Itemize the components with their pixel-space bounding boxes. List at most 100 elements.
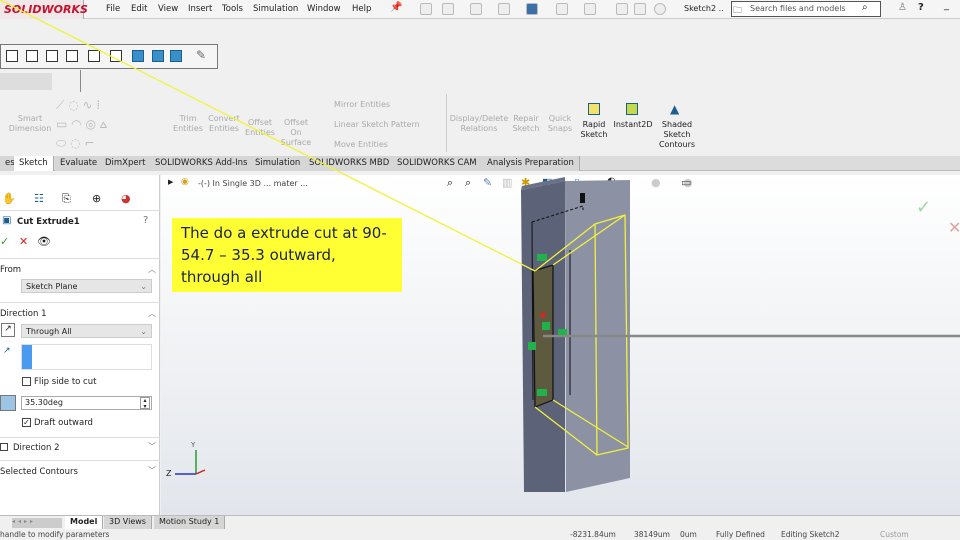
tab-analysis-preparation[interactable]: Analysis Preparation xyxy=(482,156,580,171)
collapse-icon[interactable]: ︿ xyxy=(148,308,156,319)
file-properties-icon[interactable] xyxy=(634,3,646,15)
feature-manager-tab-icon[interactable]: ✋ xyxy=(2,192,16,205)
smart-dimension-button[interactable]: Smart Dimension xyxy=(6,114,54,134)
cancel-x-icon[interactable]: ✕ xyxy=(948,218,960,237)
sketch-entities-icons[interactable]: ⟋ ◌ ∿ ⁞ ▭ ◠ ◎ ⩟ ⬭ ◌ ⌐ xyxy=(56,96,146,150)
display-manager-tab-icon[interactable]: ◕ xyxy=(121,192,131,205)
trimetric-view-icon[interactable] xyxy=(152,50,164,62)
tab-addins[interactable]: SOLIDWORKS Add-Ins xyxy=(150,156,254,171)
menu-view[interactable]: View xyxy=(158,4,178,14)
menu-window[interactable]: Window xyxy=(307,4,341,14)
minimize-icon[interactable]: _ xyxy=(944,0,949,11)
quick-snaps-button[interactable]: Quick Snaps xyxy=(544,114,576,134)
reverse-direction-icon[interactable]: ↗ xyxy=(1,323,15,337)
section-view-icon[interactable]: ▥ xyxy=(502,176,512,189)
right-view-icon[interactable] xyxy=(66,50,78,62)
from-section-label[interactable]: From xyxy=(0,265,21,275)
undo-icon[interactable] xyxy=(556,3,568,15)
tab-dimxpert[interactable]: DimXpert xyxy=(100,156,152,171)
menu-edit[interactable]: Edit xyxy=(131,4,147,14)
view-selector-icon[interactable]: ✎ xyxy=(196,48,206,62)
front-view-icon[interactable] xyxy=(6,50,18,62)
spin-stepper-icon[interactable]: ▴ ▾ xyxy=(140,397,150,410)
instant2d-button[interactable]: Instant2D xyxy=(611,120,655,130)
bottom-view-icon[interactable] xyxy=(110,50,122,62)
preview-eye-icon[interactable]: 👁 xyxy=(37,235,51,248)
save-icon[interactable] xyxy=(498,3,510,15)
mirror-entities-button[interactable]: Mirror Entities xyxy=(334,100,390,110)
tab-cam[interactable]: SOLIDWORKS CAM xyxy=(392,156,483,171)
linear-sketch-pattern-button[interactable]: Linear Sketch Pattern xyxy=(334,120,420,130)
end-condition-dropdown[interactable]: Through All ⌄ xyxy=(21,324,152,338)
previous-view-icon[interactable]: ✎ xyxy=(483,176,492,189)
display-delete-relations-button[interactable]: Display/Delete Relations xyxy=(448,114,510,134)
dimxpert-manager-tab-icon[interactable]: ⊕ xyxy=(92,192,101,205)
help-icon[interactable]: ? xyxy=(143,215,148,226)
tab-simulation[interactable]: Simulation xyxy=(250,156,307,171)
search-input[interactable]: Search files and models xyxy=(731,1,881,17)
home-icon[interactable] xyxy=(420,3,432,15)
options-icon[interactable] xyxy=(654,3,666,15)
direction1-section-label[interactable]: Direction 1 xyxy=(0,309,47,319)
tab-3d-views[interactable]: 3D Views xyxy=(104,516,152,529)
units-selector[interactable]: Custom xyxy=(880,530,909,539)
offset-on-surface-button[interactable]: Offset On Surface xyxy=(278,118,314,148)
property-manager-tab-icon[interactable]: ☷ xyxy=(34,192,44,205)
select-icon[interactable] xyxy=(584,3,596,15)
user-icon[interactable]: ♙ xyxy=(898,2,907,13)
ok-check-icon[interactable]: ✓ xyxy=(0,235,9,248)
dynamic-annotation-icon[interactable]: ✱ xyxy=(521,176,530,189)
view-orientation-icon[interactable]: ◧ xyxy=(542,176,552,189)
hide-show-icon[interactable]: ◐ xyxy=(607,176,616,187)
direction2-label[interactable]: Direction 2 xyxy=(13,443,60,453)
pin-icon[interactable]: 📌 xyxy=(390,2,402,13)
menu-help[interactable]: Help xyxy=(352,4,371,14)
tab-motion-study[interactable]: Motion Study 1 xyxy=(154,516,226,529)
feature-tree-root[interactable]: -(-) In Single 3D ... mater ... xyxy=(198,179,308,188)
top-view-icon[interactable] xyxy=(88,50,100,62)
convert-entities-button[interactable]: Convert Entities xyxy=(205,114,243,134)
draft-angle-input[interactable]: 35.30deg xyxy=(21,396,152,410)
isometric-view-icon[interactable] xyxy=(132,50,144,62)
direction2-checkbox[interactable] xyxy=(0,443,8,451)
selected-contours-label[interactable]: Selected Contours xyxy=(0,467,78,477)
offset-entities-button[interactable]: Offset Entities xyxy=(242,118,278,138)
view-settings-icon[interactable]: ▭ xyxy=(681,176,691,189)
draft-toggle-icon[interactable] xyxy=(0,395,16,411)
rebuild-icon[interactable] xyxy=(616,3,628,15)
from-dropdown[interactable]: Sketch Plane ⌄ xyxy=(21,279,152,293)
expand-icon[interactable]: ﹀ xyxy=(148,465,156,476)
expand-tree-arrow-icon[interactable]: ▶ xyxy=(168,178,173,186)
cancel-x-icon[interactable]: ✕ xyxy=(19,235,28,248)
appearance-icon[interactable]: ● xyxy=(651,176,661,189)
zoom-to-area-icon[interactable]: ⌕ xyxy=(465,176,471,190)
menu-file[interactable]: File xyxy=(106,4,120,14)
confirm-check-icon[interactable]: ✓ xyxy=(916,197,931,218)
display-style-icon[interactable]: ▯ xyxy=(574,176,580,189)
config-dropdown[interactable] xyxy=(0,73,52,90)
zoom-to-fit-icon[interactable]: ⌕ xyxy=(447,176,453,190)
open-icon[interactable] xyxy=(470,3,482,15)
flip-side-checkbox[interactable] xyxy=(22,377,31,386)
menu-simulation[interactable]: Simulation xyxy=(253,4,298,14)
help-icon[interactable]: ? xyxy=(918,2,924,13)
expand-icon[interactable]: ﹀ xyxy=(148,441,156,452)
left-view-icon[interactable] xyxy=(46,50,58,62)
menu-tools[interactable]: Tools xyxy=(222,4,243,14)
draft-outward-checkbox[interactable]: ✓ xyxy=(22,418,31,427)
shaded-sketch-contours-button[interactable]: Shaded Sketch Contours xyxy=(656,120,698,150)
menu-insert[interactable]: Insert xyxy=(188,4,212,14)
tab-scroll-arrows-icon[interactable]: ◂◂▸▸ xyxy=(12,518,62,528)
configuration-manager-tab-icon[interactable]: ⎘ xyxy=(62,192,71,206)
rapid-sketch-button[interactable]: Rapid Sketch xyxy=(578,120,610,140)
direction-selection-box[interactable] xyxy=(21,344,152,370)
search-icon[interactable]: ⌕ xyxy=(862,2,868,13)
new-document-icon[interactable] xyxy=(442,3,454,15)
tab-sketch[interactable]: Sketch xyxy=(14,156,54,171)
move-entities-button[interactable]: Move Entities xyxy=(334,140,388,150)
tab-evaluate[interactable]: Evaluate xyxy=(55,156,104,171)
repair-sketch-button[interactable]: Repair Sketch xyxy=(510,114,542,134)
print-icon[interactable] xyxy=(526,3,538,15)
trim-entities-button[interactable]: Trim Entities xyxy=(170,114,206,134)
tab-mbd[interactable]: SOLIDWORKS MBD xyxy=(304,156,396,171)
